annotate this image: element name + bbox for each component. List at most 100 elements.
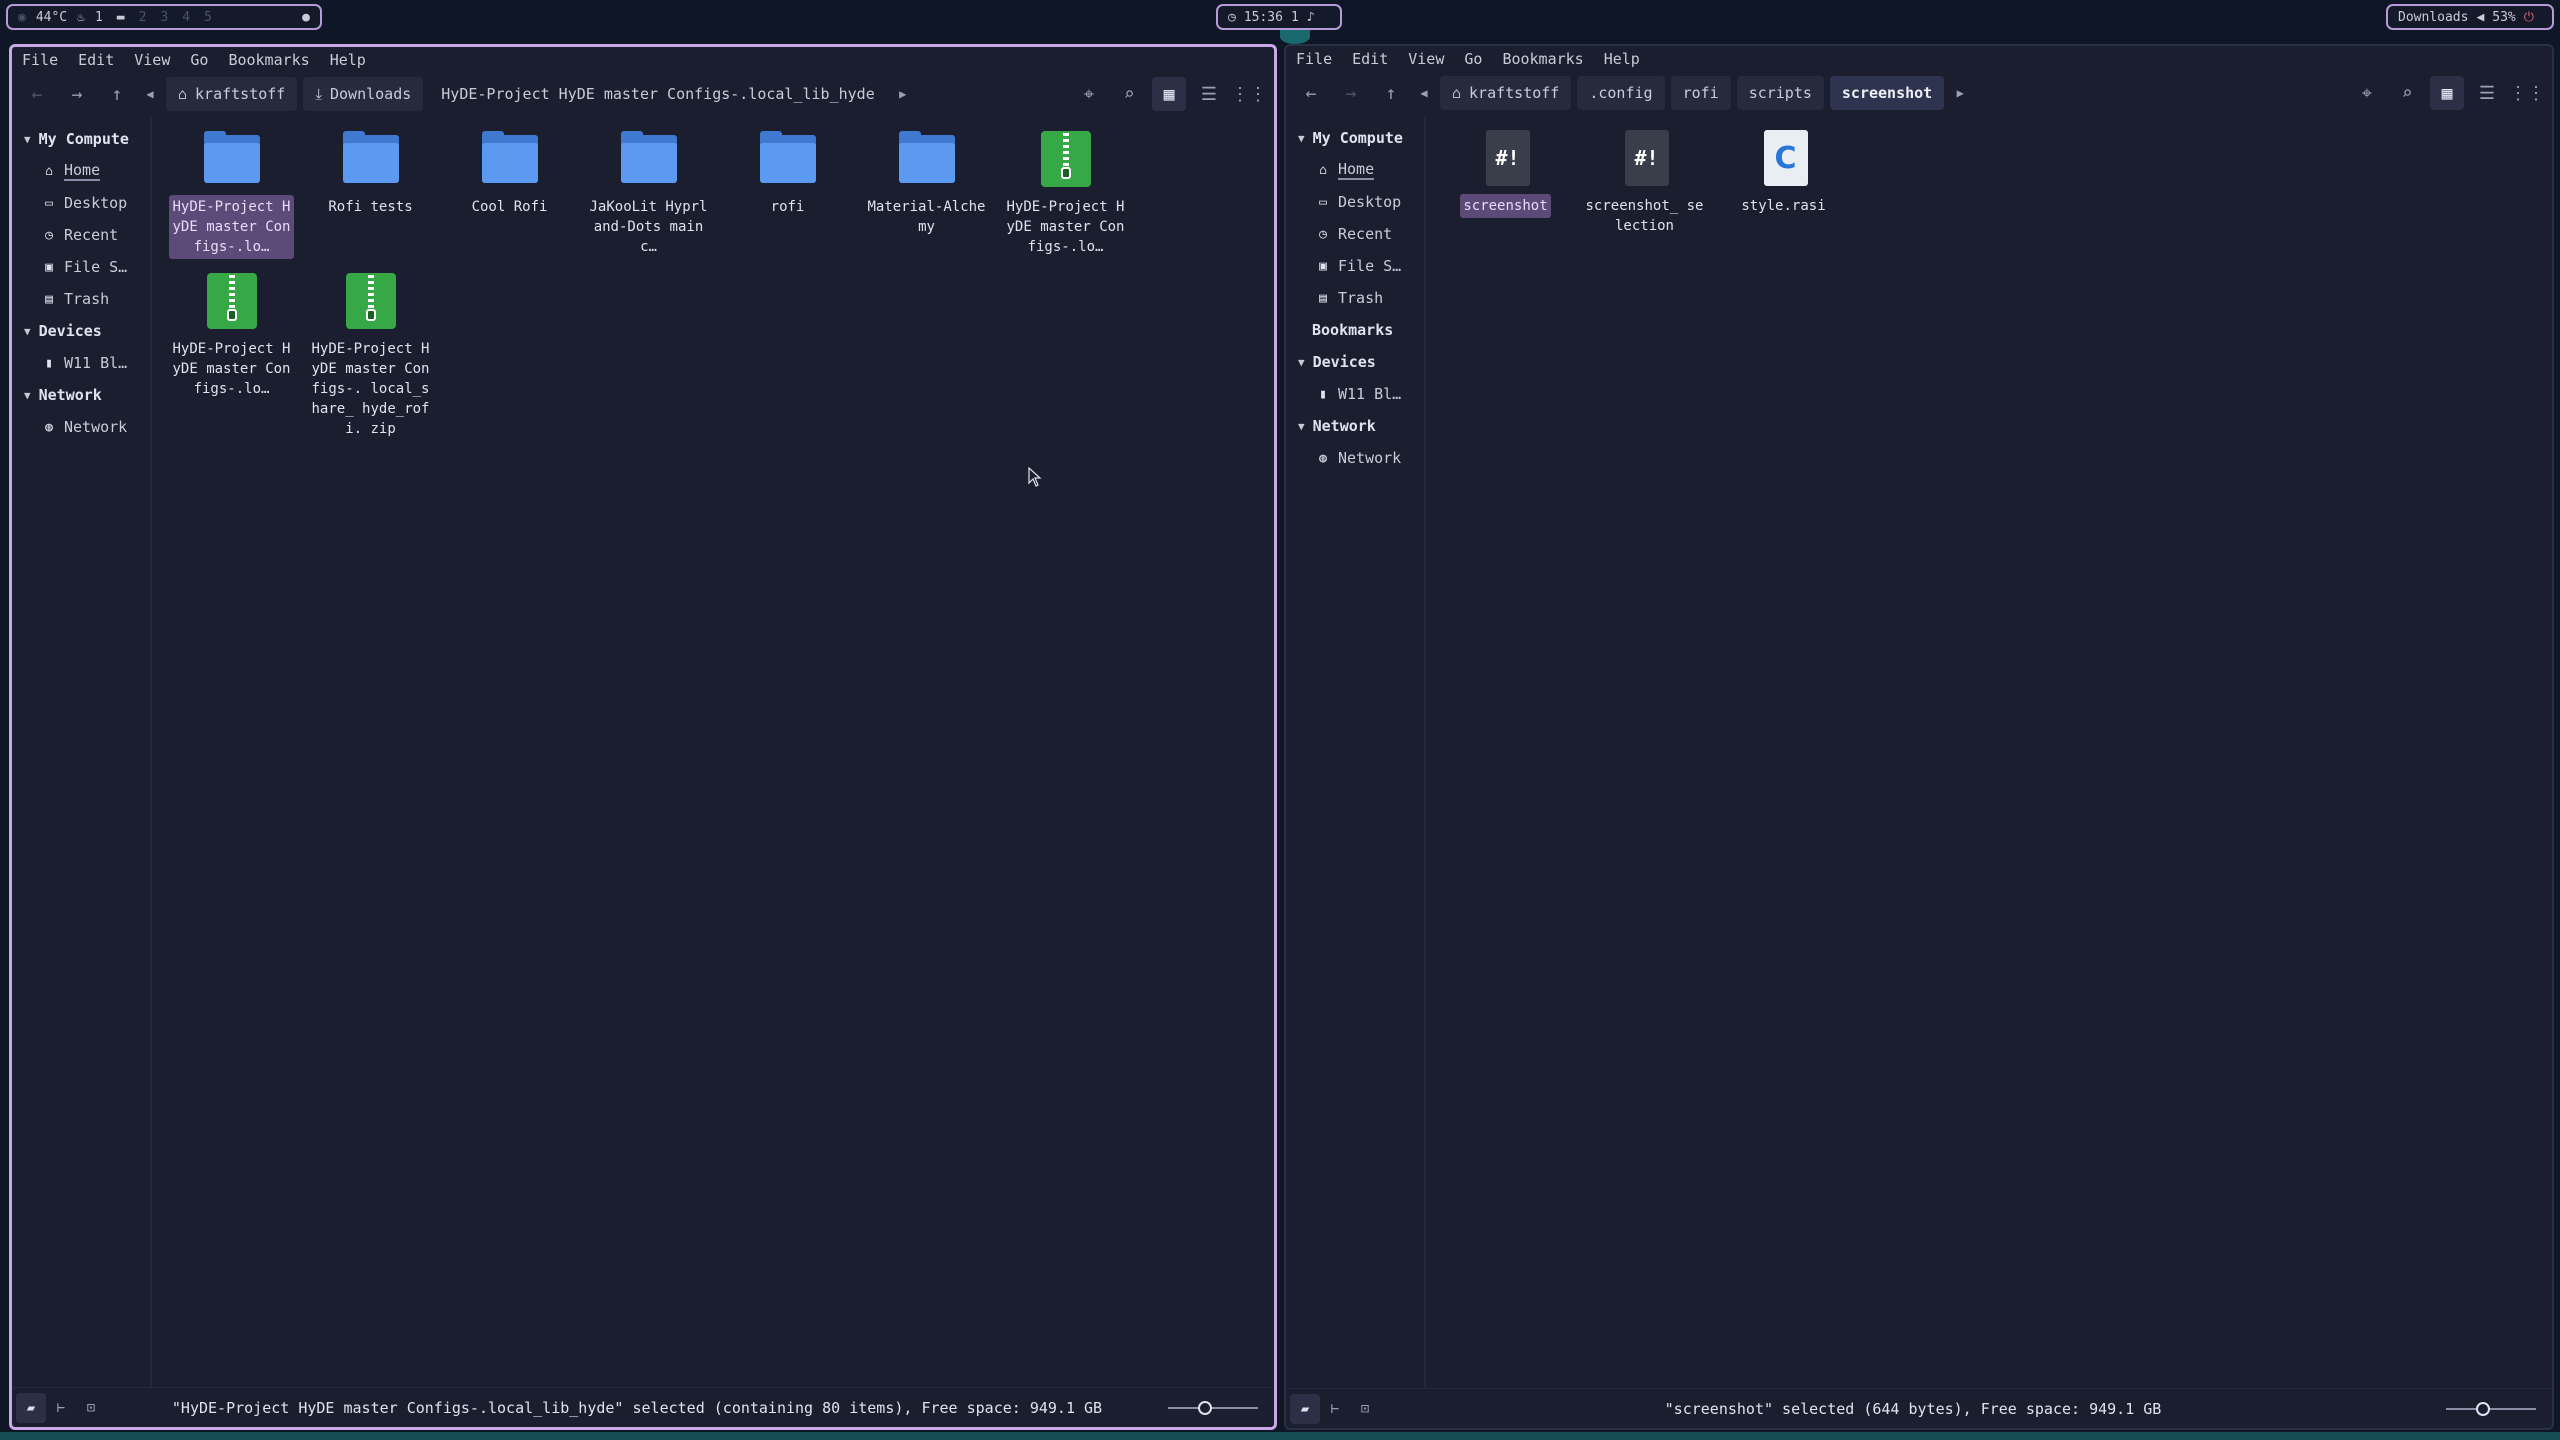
sidebar-section-my-computer[interactable]: ▼ My Compute xyxy=(12,123,150,155)
places-panel-icon[interactable]: ▰ xyxy=(16,1392,46,1423)
icon-view-icon[interactable]: ▦ xyxy=(2430,76,2464,110)
file-item[interactable]: C style.rasi xyxy=(1714,124,1853,238)
menu-view[interactable]: View xyxy=(134,51,170,69)
clock-time[interactable]: 15:36 xyxy=(1244,10,1283,25)
zoom-slider-knob[interactable] xyxy=(1198,1400,1212,1415)
volume-icon[interactable]: ◀ xyxy=(2476,10,2484,25)
workspace-5[interactable]: 5 xyxy=(204,10,212,25)
location-pin-icon[interactable]: ⌖ xyxy=(1072,77,1106,111)
breadcrumb-home[interactable]: ⌂ kraftstoff xyxy=(1440,76,1572,110)
sidebar-item-home[interactable]: ⌂ Home xyxy=(12,155,150,187)
up-arrow-icon[interactable]: ↑ xyxy=(1374,76,1408,110)
menu-go[interactable]: Go xyxy=(190,51,208,69)
volume-level[interactable]: 53% xyxy=(2492,10,2515,25)
breadcrumb-current[interactable]: HyDE-Project HyDE master Configs-.local_… xyxy=(429,77,886,111)
crumb-left-icon[interactable]: ◀ xyxy=(140,77,160,111)
bell-icon[interactable]: ♪ xyxy=(1307,10,1315,25)
menu-file[interactable]: File xyxy=(1296,50,1332,68)
location-pin-icon[interactable]: ⌖ xyxy=(2350,76,2384,110)
tree-panel-icon[interactable]: ⊢ xyxy=(1320,1394,1350,1424)
menu-help[interactable]: Help xyxy=(330,51,366,69)
workspace-1[interactable]: 1 xyxy=(95,10,103,25)
sidebar-section-network[interactable]: ▼ Network xyxy=(1286,410,1424,442)
menu-bookmarks[interactable]: Bookmarks xyxy=(1502,50,1583,68)
compact-view-icon[interactable]: ⋮⋮ xyxy=(2509,76,2545,110)
file-item[interactable]: HyDE-Project HyDE master Configs-.lo… xyxy=(162,267,301,441)
file-manager-window-screenshot[interactable]: File Edit View Go Bookmarks Help ← → ↑ ◀… xyxy=(1284,44,2554,1430)
crumb-right-icon[interactable]: ▶ xyxy=(1950,76,1970,110)
file-item[interactable]: HyDE-Project HyDE master Configs-.lo… xyxy=(162,125,301,259)
places-panel-icon[interactable]: ▰ xyxy=(1290,1393,1320,1424)
breadcrumb-config[interactable]: .config xyxy=(1577,76,1665,110)
file-item[interactable]: #! screenshot xyxy=(1436,124,1575,238)
zoom-slider-knob[interactable] xyxy=(2476,1401,2490,1416)
back-arrow-icon[interactable]: ← xyxy=(1294,76,1328,110)
sidebar-section-my-computer[interactable]: ▼ My Compute xyxy=(1286,122,1424,154)
menu-edit[interactable]: Edit xyxy=(1352,50,1388,68)
power-icon[interactable]: ⏻ xyxy=(2524,10,2534,25)
menu-help[interactable]: Help xyxy=(1604,50,1640,68)
zoom-slider[interactable] xyxy=(1168,1400,1258,1415)
sidebar-item-trash[interactable]: ▤ Trash xyxy=(12,283,150,315)
file-manager-window-downloads[interactable]: File Edit View Go Bookmarks Help ← → ↑ ◀… xyxy=(9,44,1277,1430)
icon-view-icon[interactable]: ▦ xyxy=(1152,77,1186,111)
zoom-slider[interactable] xyxy=(2446,1401,2536,1416)
search-icon[interactable]: ⌕ xyxy=(2390,76,2424,110)
file-view[interactable]: #! screenshot #! screenshot_ selection C… xyxy=(1426,116,2552,1388)
menu-view[interactable]: View xyxy=(1408,50,1444,68)
sidebar-item-network[interactable]: ◍ Network xyxy=(1286,442,1424,474)
file-item[interactable]: HyDE-Project HyDE master Configs-. local… xyxy=(301,267,440,441)
breadcrumb-downloads[interactable]: ⤓ Downloads xyxy=(303,77,424,111)
file-item[interactable]: Rofi tests xyxy=(301,125,440,259)
media-title[interactable]: Downloads xyxy=(2398,10,2468,25)
file-item[interactable]: rofi xyxy=(718,125,857,259)
sidebar-item-desktop[interactable]: ▭ Desktop xyxy=(1286,186,1424,218)
tree-panel-icon[interactable]: ⊢ xyxy=(46,1393,76,1423)
search-icon[interactable]: ⌕ xyxy=(1112,77,1146,111)
workspace-2[interactable]: 2 xyxy=(139,10,147,25)
file-item[interactable]: Cool Rofi xyxy=(440,125,579,259)
compact-view-icon[interactable]: ⋮⋮ xyxy=(1231,77,1267,111)
sidebar-item-recent[interactable]: ◷ Recent xyxy=(12,219,150,251)
back-arrow-icon[interactable]: ← xyxy=(20,77,54,111)
crumb-right-icon[interactable]: ▶ xyxy=(893,77,913,111)
menu-file[interactable]: File xyxy=(22,51,58,69)
workspace-4[interactable]: 4 xyxy=(182,10,190,25)
eye-off-icon[interactable]: ◉ xyxy=(18,10,26,25)
hide-sidebar-icon[interactable]: ⊡ xyxy=(76,1393,106,1423)
forward-arrow-icon[interactable]: → xyxy=(60,77,94,111)
sidebar-section-network[interactable]: ▼ Network xyxy=(12,379,150,411)
breadcrumb-rofi[interactable]: rofi xyxy=(1670,76,1731,110)
breadcrumb-current[interactable]: screenshot xyxy=(1829,76,1945,110)
file-item[interactable]: #! screenshot_ selection xyxy=(1575,124,1714,238)
sidebar-section-devices[interactable]: ▼ Devices xyxy=(12,315,150,347)
sidebar-item-recent[interactable]: ◷ Recent xyxy=(1286,218,1424,250)
file-item[interactable]: JaKooLit Hyprland-Dots main c… xyxy=(579,125,718,259)
sidebar-item-trash[interactable]: ▤ Trash xyxy=(1286,282,1424,314)
sidebar-item-network[interactable]: ◍ Network xyxy=(12,411,150,443)
hide-sidebar-icon[interactable]: ⊡ xyxy=(1350,1394,1380,1424)
file-item[interactable]: Material-Alchemy xyxy=(857,125,996,259)
crumb-left-icon[interactable]: ◀ xyxy=(1414,76,1434,110)
list-view-icon[interactable]: ☰ xyxy=(2470,76,2504,110)
sidebar-item-home[interactable]: ⌂ Home xyxy=(1286,154,1424,186)
list-view-icon[interactable]: ☰ xyxy=(1192,77,1226,111)
sidebar-section-bookmarks[interactable]: Bookmarks xyxy=(1286,314,1424,346)
sidebar-item-device[interactable]: ▮ W11 Bl… xyxy=(1286,378,1424,410)
sidebar-item-filesystem[interactable]: ▣ File S… xyxy=(1286,250,1424,282)
menu-edit[interactable]: Edit xyxy=(78,51,114,69)
workspace-3[interactable]: 3 xyxy=(160,10,168,25)
menu-go[interactable]: Go xyxy=(1464,50,1482,68)
file-item[interactable]: HyDE-Project HyDE master Configs-.lo… xyxy=(996,125,1135,259)
sidebar-item-device[interactable]: ▮ W11 Bl… xyxy=(12,347,150,379)
file-view[interactable]: HyDE-Project HyDE master Configs-.lo… Ro… xyxy=(152,117,1274,1387)
notification-count[interactable]: 1 xyxy=(1291,10,1299,25)
sidebar-item-desktop[interactable]: ▭ Desktop xyxy=(12,187,150,219)
sidebar-section-devices[interactable]: ▼ Devices xyxy=(1286,346,1424,378)
sidebar-item-filesystem[interactable]: ▣ File S… xyxy=(12,251,150,283)
breadcrumb-scripts[interactable]: scripts xyxy=(1736,76,1824,110)
forward-arrow-icon[interactable]: → xyxy=(1334,76,1368,110)
power-menu-icon[interactable]: ● xyxy=(302,10,310,25)
up-arrow-icon[interactable]: ↑ xyxy=(100,77,134,111)
menu-bookmarks[interactable]: Bookmarks xyxy=(228,51,309,69)
